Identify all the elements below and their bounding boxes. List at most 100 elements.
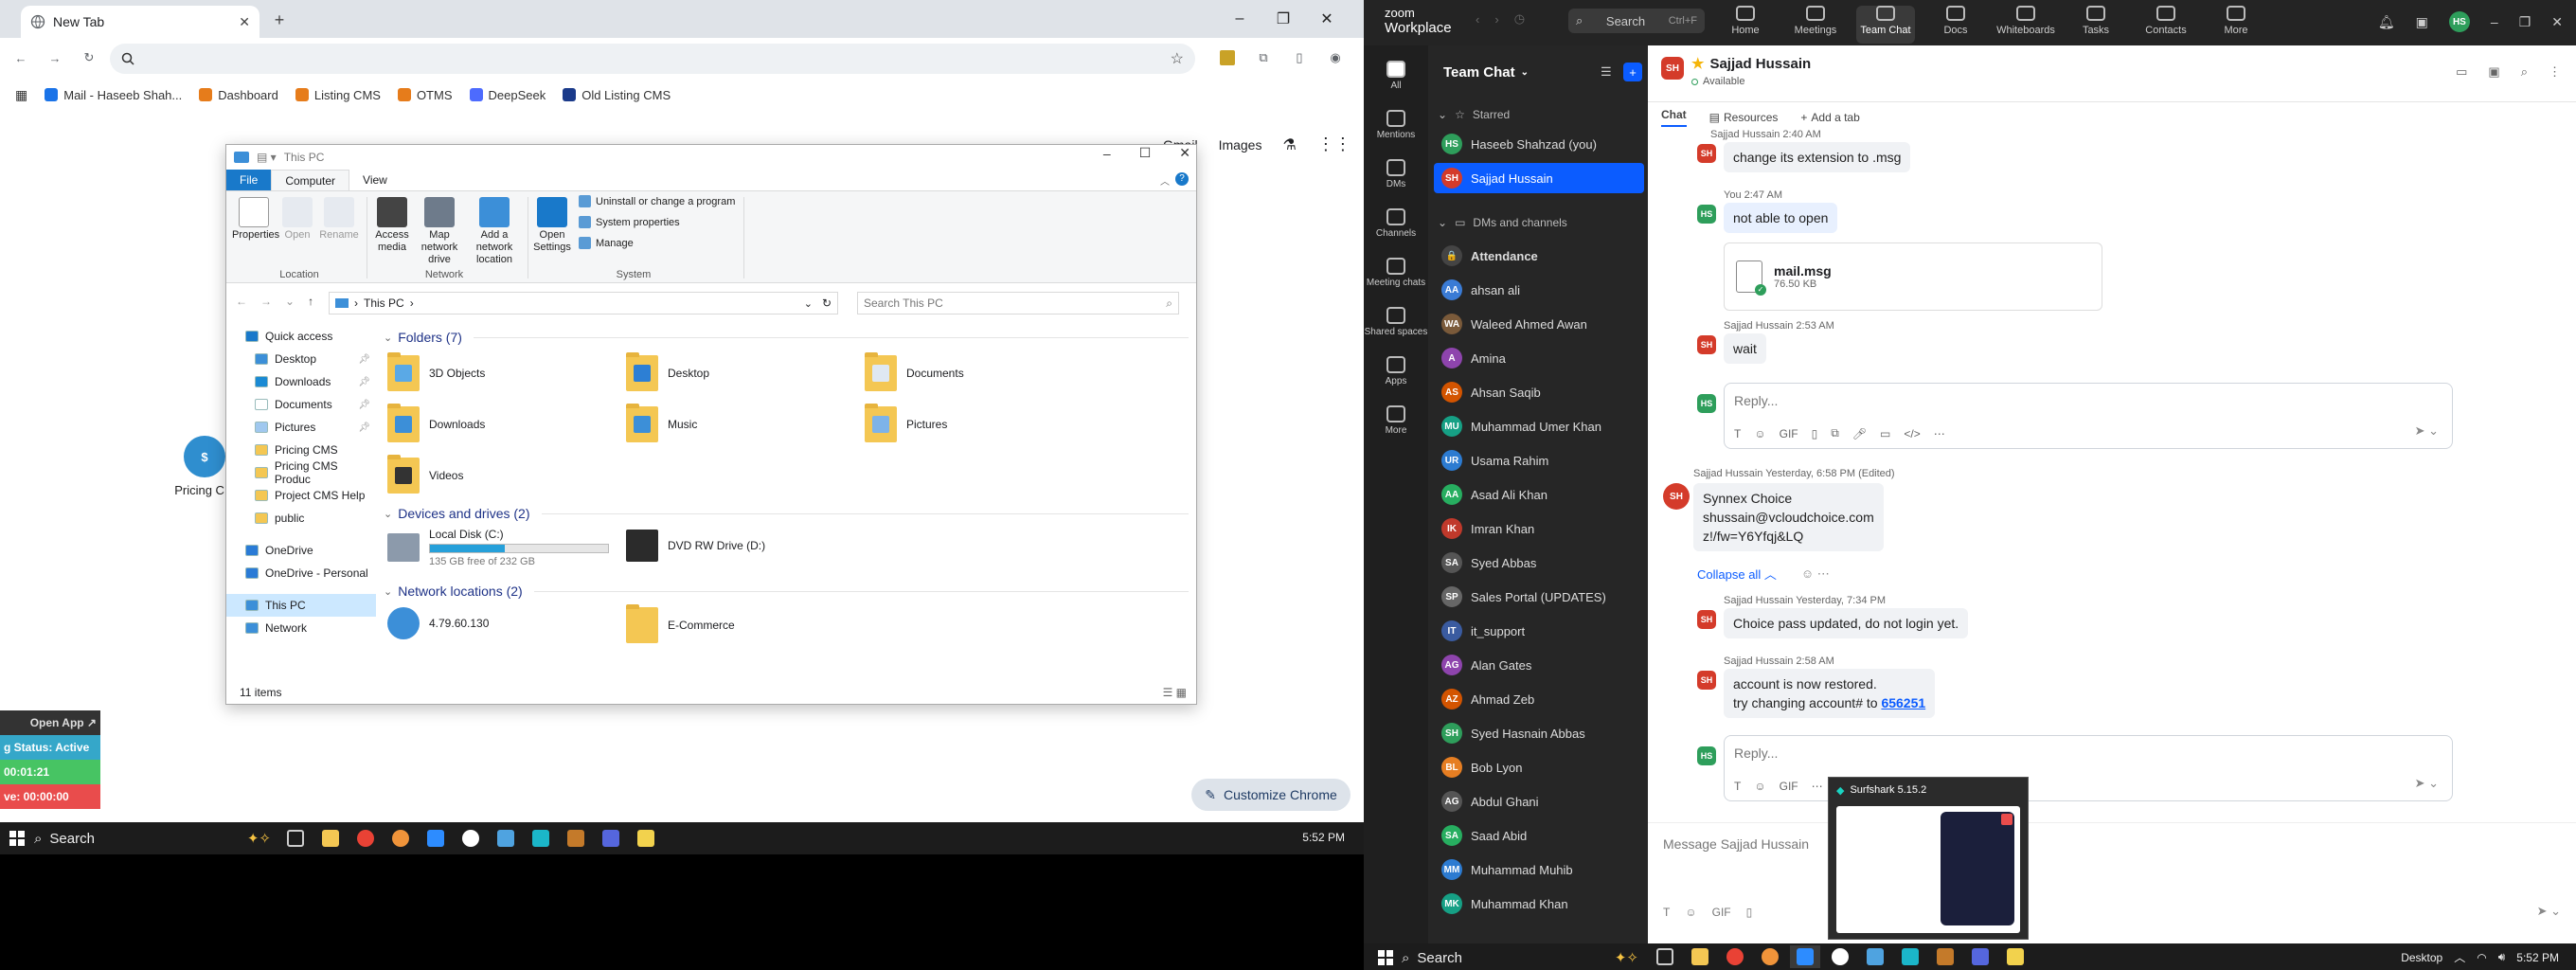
recent-icon[interactable]: ⌄ [285, 295, 295, 308]
network-icon[interactable]: ◠ [2477, 951, 2486, 964]
nav-item[interactable]: Desktop 📌︎ [226, 348, 376, 370]
message-bubble[interactable]: change its extension to .msg [1724, 142, 1911, 172]
add-tab-button[interactable]: + Add a tab [1800, 111, 1859, 124]
chat-list-item[interactable]: AG Abdul Ghani [1434, 786, 1644, 817]
send-icon[interactable]: ➤ ⌄ [2415, 776, 2439, 791]
zoom-app-icon[interactable] [1790, 945, 1820, 968]
bookmark-item[interactable]: DeepSeek [469, 88, 546, 102]
rail-shared-spaces[interactable]: Shared spaces [1364, 307, 1428, 337]
desktop-label[interactable]: Desktop [2401, 951, 2442, 964]
chevron-up-icon[interactable]: ︿ [2454, 949, 2465, 965]
path-segment[interactable]: This PC [364, 296, 404, 310]
nav-more[interactable]: More [2207, 6, 2265, 44]
open-settings-button[interactable]: Open Settings [531, 197, 573, 254]
bookmark-item[interactable]: Dashboard [199, 88, 278, 102]
labs-icon[interactable]: ⚗ [1282, 135, 1296, 154]
omnibox[interactable]: ☆ [110, 44, 1195, 74]
rail-more[interactable]: More [1364, 405, 1428, 436]
add-location-button[interactable]: Add a network location [465, 197, 524, 266]
star-icon[interactable]: ☆ [1171, 49, 1184, 68]
tab-view[interactable]: View [349, 170, 401, 190]
nav-contacts[interactable]: Contacts [2137, 6, 2195, 44]
search-box[interactable]: Search This PC ⌕ [857, 292, 1179, 314]
access-media-button[interactable]: Access media [370, 197, 414, 254]
taskbar-search[interactable]: ⌕ Search ✦✧ [1402, 947, 1638, 968]
rail-meeting-chats[interactable]: Meeting chats [1364, 258, 1428, 288]
nav-home[interactable]: Home [1716, 6, 1775, 44]
open-app-button[interactable]: Open App ↗ [0, 710, 100, 735]
video-message-icon[interactable]: ▭ [1880, 427, 1890, 440]
dm-header[interactable]: ⌄ ▭ DMs and channels [1438, 216, 1567, 229]
app-icon[interactable] [596, 825, 626, 852]
nav-item[interactable]: OneDrive [226, 539, 376, 562]
emoji-icon[interactable]: ☺ [1754, 780, 1765, 793]
chat-list-item[interactable]: AA Asad Ali Khan [1434, 479, 1644, 510]
section-network[interactable]: ⌄ Network locations (2) [384, 579, 1189, 603]
rail-dms[interactable]: DMs [1364, 159, 1428, 189]
nav-item[interactable]: This PC [226, 594, 376, 617]
forward-icon[interactable]: → [40, 43, 70, 73]
collapse-all-button[interactable]: Collapse all ︿ [1697, 565, 1777, 583]
surfshark-preview[interactable]: ◆ Surfshark 5.15.2 [1828, 777, 2029, 940]
chat-list-item[interactable]: SH Syed Hasnain Abbas [1434, 718, 1644, 748]
drive-c[interactable]: Local Disk (C:) 135 GB free of 232 GB [387, 528, 609, 567]
network-location-item[interactable]: E-Commerce [626, 604, 735, 643]
address-input[interactable] [144, 50, 1161, 67]
refresh-icon[interactable]: ↻ [822, 296, 832, 310]
nav-item[interactable]: Pictures 📌︎ [226, 416, 376, 439]
customize-chrome-button[interactable]: ✎ Customize Chrome [1191, 779, 1351, 811]
account-number-link[interactable]: 656251 [1881, 695, 1925, 710]
filter-icon[interactable]: ☰ [1601, 64, 1612, 80]
gif-icon[interactable]: GIF [1712, 906, 1731, 919]
chat-list-item[interactable]: BL Bob Lyon [1434, 752, 1644, 782]
back-icon[interactable]: ‹ [1476, 12, 1479, 27]
screenshot-icon[interactable]: ⧉ [1831, 426, 1839, 440]
task-view-icon[interactable] [1650, 945, 1680, 968]
more-icon[interactable]: ⋯ [1812, 780, 1823, 793]
file-icon[interactable]: ▯ [1812, 427, 1818, 440]
chat-list-item[interactable]: MM Muhammad Muhib [1434, 854, 1644, 885]
clock[interactable]: 5:52 PM [2516, 951, 2559, 964]
chat-list-item[interactable]: A Amina [1434, 343, 1644, 373]
rail-all[interactable]: All [1364, 61, 1428, 91]
map-drive-button[interactable]: Map network drive [418, 197, 461, 266]
chat-list-item[interactable]: IK Imran Khan [1434, 513, 1644, 544]
code-icon[interactable]: </> [1904, 427, 1920, 440]
rename-button[interactable]: Rename [317, 197, 361, 242]
folder-item[interactable]: Pictures [865, 404, 947, 442]
chat-list-item[interactable]: AS Ahsan Saqib [1434, 377, 1644, 407]
quick-toolbar-icon[interactable]: ▤ ▾ [257, 151, 277, 164]
folder-item[interactable]: Music [626, 404, 697, 442]
apps-icon[interactable]: ▦ [15, 87, 27, 103]
chrome-app-icon[interactable] [350, 825, 381, 852]
nav-item[interactable]: Quick access [226, 325, 376, 348]
file-icon[interactable]: ▯ [1746, 906, 1753, 919]
thread-root-bubble[interactable]: Synnex Choice shussain@vcloudchoice.com … [1693, 483, 1884, 551]
nav-meetings[interactable]: Meetings [1786, 6, 1845, 44]
bookmark-item[interactable]: Old Listing CMS [563, 88, 671, 102]
app-icon[interactable] [385, 825, 416, 852]
explorer-app-icon[interactable] [315, 825, 346, 852]
zoom-app-icon[interactable] [420, 825, 451, 852]
reload-icon[interactable]: ↻ [74, 43, 104, 73]
section-folders[interactable]: ⌄ Folders (7) [384, 325, 1189, 350]
section-devices[interactable]: ⌄ Devices and drives (2) [384, 501, 1189, 526]
chat-list-item[interactable]: AA ahsan ali [1434, 275, 1644, 305]
bookmark-item[interactable]: OTMS [397, 88, 453, 102]
minimize-button[interactable]: – [2491, 14, 2498, 29]
reaction-icon[interactable]: ☺ ⋯ [1801, 566, 1830, 582]
help-icon[interactable]: ? [1175, 172, 1189, 186]
apps-icon[interactable]: ▣ [2416, 14, 2428, 30]
app-icon[interactable] [526, 825, 556, 852]
bell-icon[interactable]: 🔔︎ [2378, 14, 2395, 30]
task-view-icon[interactable] [280, 825, 311, 852]
chat-list-item[interactable]: IT it_support [1434, 616, 1644, 646]
windows-start-icon[interactable] [1377, 949, 1394, 966]
volume-icon[interactable]: 🔊︎ [2498, 950, 2506, 964]
nav-tasks[interactable]: Tasks [2066, 6, 2125, 44]
chat-title[interactable]: ★ Sajjad Hussain [1691, 55, 1811, 73]
nav-whiteboards[interactable]: Whiteboards [1996, 6, 2055, 44]
message-bubble[interactable]: wait [1724, 333, 1766, 364]
format-icon[interactable]: T [1663, 906, 1670, 919]
app-icon[interactable] [1825, 945, 1855, 968]
